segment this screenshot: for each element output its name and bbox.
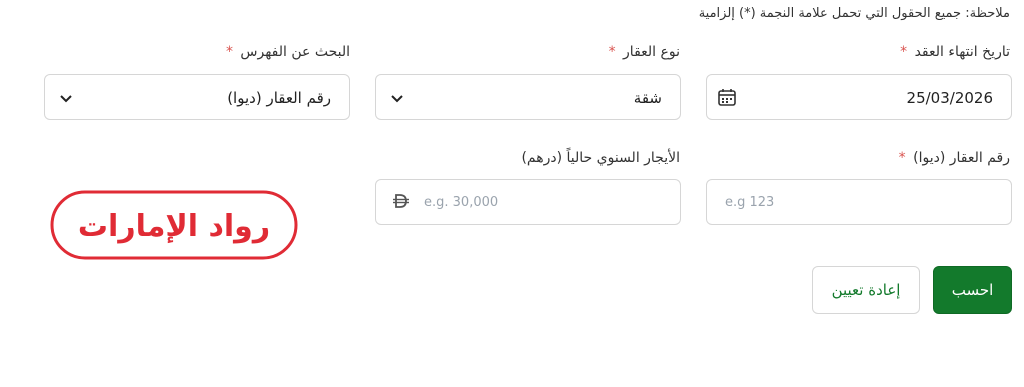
dirham-icon [392,193,410,213]
dewa-number-label-text: رقم العقار (ديوا) [913,150,1010,166]
contract-end-date-input[interactable]: 25/03/2026 [706,74,1012,120]
annual-rent-label-text: الأيجار السنوي حالياً (درهم) [521,150,680,166]
dewa-number-input[interactable]: e.g 123 [706,179,1012,225]
chevron-down-icon [391,95,403,103]
reset-button[interactable]: إعادة تعيين [812,266,920,314]
contract-end-label-text: تاريخ انتهاء العقد [914,44,1010,60]
index-search-label-text: البحث عن الفهرس [240,44,350,60]
brand-logo-text: رواد الإمارات [78,209,270,244]
mandatory-note: ملاحظة: جميع الحقول التي تحمل علامة النج… [698,6,1010,21]
index-search-select[interactable]: رقم العقار (ديوا) [44,74,350,120]
property-type-label: نوع العقار * [609,44,680,60]
contract-end-label: تاريخ انتهاء العقد * [900,44,1010,60]
chevron-down-icon [60,95,72,103]
calendar-icon[interactable] [717,87,737,107]
brand-logo: رواد الإمارات [50,190,298,260]
annual-rent-label: الأيجار السنوي حالياً (درهم) [521,150,680,166]
annual-rent-input[interactable]: e.g. 30,000 [375,179,681,225]
index-search-label: البحث عن الفهرس * [226,44,350,60]
dewa-number-label: رقم العقار (ديوا) * [899,150,1010,166]
index-search-value: رقم العقار (ديوا) [227,89,331,107]
required-asterisk: * [225,44,233,60]
contract-end-value: 25/03/2026 [906,89,993,107]
property-type-select[interactable]: شقة [375,74,681,120]
property-type-label-text: نوع العقار [623,44,680,60]
calculate-button[interactable]: احسب [933,266,1012,314]
required-asterisk: * [898,150,906,166]
dewa-number-placeholder: e.g 123 [725,195,775,210]
required-asterisk: * [608,44,616,60]
property-type-value: شقة [633,89,662,107]
required-asterisk: * [900,44,908,60]
annual-rent-placeholder: e.g. 30,000 [424,195,499,210]
